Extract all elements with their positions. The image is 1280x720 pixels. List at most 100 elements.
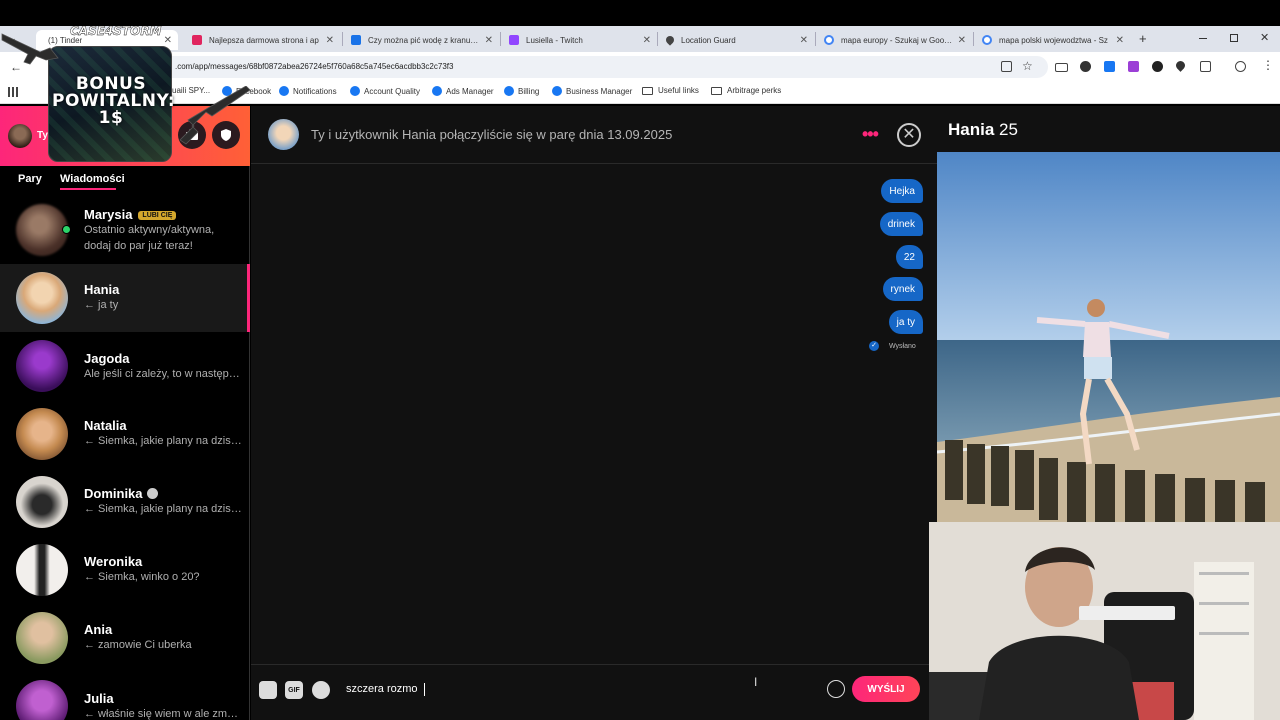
tab-favicon-icon (192, 35, 202, 45)
tab-title: Czy można pić wodę z kranu? C (368, 35, 480, 45)
tab-location-guard[interactable]: Location Guard ✕ (664, 30, 808, 50)
extension-purple-icon[interactable] (1128, 61, 1139, 72)
tab-matches[interactable]: Pary (18, 173, 42, 185)
bookmark-billing[interactable]: Billing (504, 86, 539, 96)
tab-messages[interactable]: Wiadomości (60, 173, 125, 185)
tab-title: Location Guard (681, 35, 736, 45)
close-tab-icon[interactable]: ✕ (485, 35, 493, 46)
profile-icon[interactable] (1235, 61, 1246, 72)
extension-icon[interactable] (1080, 61, 1091, 72)
message-input[interactable] (346, 678, 816, 700)
conversation-name: Jagoda (84, 351, 130, 366)
conversation-ania[interactable]: Ania ← zamowie Ci uberka (0, 604, 250, 672)
profile-title: Hania 25 (948, 120, 1018, 140)
profile-photo[interactable] (937, 152, 1280, 522)
facebook-icon (504, 86, 514, 96)
minimize-window-icon[interactable] (1199, 38, 1207, 39)
avatar (16, 612, 68, 664)
tab-twitch[interactable]: Lusiella - Twitch ✕ (509, 30, 651, 50)
tab-divider (342, 32, 343, 46)
bookmark-star-icon[interactable]: ☆ (1022, 59, 1033, 73)
browser-menu-icon[interactable]: ⋮ (1262, 59, 1274, 71)
sent-check-icon: ✓ (869, 341, 879, 351)
install-app-icon[interactable] (1001, 61, 1012, 72)
casestorm-logo: CASE4STORM (70, 24, 162, 38)
conversation-name: Weronika (84, 554, 143, 569)
message-bubble: drinek (879, 212, 923, 236)
facebook-icon (279, 86, 289, 96)
conversation-preview: Ostatnio aktywny/aktywna, dodaj do par j… (84, 224, 215, 252)
extension-spy-icon[interactable] (1152, 61, 1163, 72)
bookmark-account-quality[interactable]: Account Quality (350, 86, 420, 96)
restore-window-icon[interactable] (1230, 34, 1238, 42)
conversation-name: Ania (84, 622, 113, 637)
conversation-julia[interactable]: Julia ← właśnie się wiem w ale zmęcz (0, 672, 250, 720)
conversation-preview: ← Siemka, winko o 20? (84, 571, 200, 583)
emoji-icon[interactable] (827, 680, 845, 698)
conversation-hania[interactable]: Hania ← ja ty (0, 264, 250, 332)
conversation-name: Julia (84, 691, 114, 706)
bookmark-label: Billing (518, 86, 540, 96)
close-tab-icon[interactable]: ✕ (1116, 35, 1124, 46)
bookmark-notifications[interactable]: Notifications (279, 86, 337, 96)
tab-divider (500, 32, 501, 46)
close-tab-icon[interactable]: ✕ (958, 35, 966, 46)
avatar[interactable] (8, 124, 32, 148)
bookmark-useful-links[interactable]: Useful links (642, 86, 699, 95)
tab-mapa-polski[interactable]: mapa polski wojewodztwa - Sz ✕ (982, 30, 1124, 50)
rifle-icon (179, 86, 251, 145)
conversation-weronika[interactable]: Weronika ← Siemka, winko o 20? (0, 536, 250, 604)
close-tab-icon[interactable]: ✕ (164, 35, 172, 46)
webcam-overlay (929, 522, 1280, 720)
message-bubble: Hejka (881, 179, 923, 203)
tab-czy-mozna[interactable]: Czy można pić wodę z kranu? C ✕ (351, 30, 493, 50)
conversation-preview: ← Siemka, jakie plany na dzisiaj? (84, 503, 242, 515)
profile-name[interactable]: Ty (37, 130, 48, 141)
avatar (16, 340, 68, 392)
avatar (16, 204, 68, 256)
avatar (16, 272, 68, 324)
close-tab-icon[interactable]: ✕ (800, 35, 808, 46)
bookmark-arbitrage-perks[interactable]: Arbitrage perks (711, 86, 781, 95)
spotify-icon[interactable] (312, 681, 330, 699)
avatar (16, 476, 68, 528)
conversation-dominika[interactable]: Dominika ← Siemka, jakie plany na dzisia… (0, 468, 250, 536)
close-window-icon[interactable]: ✕ (1260, 31, 1269, 44)
avatar (16, 680, 68, 720)
close-chat-button[interactable]: ✕ (897, 123, 921, 147)
camera-icon[interactable] (1055, 63, 1068, 72)
conversation-jagoda[interactable]: Jagoda Ale jeśli ci zależy, to w następn… (0, 332, 250, 400)
extensions-puzzle-icon[interactable] (1200, 61, 1211, 72)
promo-text: BONUS POWITALNY: 1$ (52, 74, 176, 128)
more-options-icon[interactable]: ••• (862, 125, 879, 143)
bookmark-label: Business Manager (566, 86, 633, 96)
conversation-name: Dominika (84, 486, 158, 501)
avatar (16, 408, 68, 460)
conversation-natalia[interactable]: Natalia ← Siemka, jakie plany na dzisiaj… (0, 400, 250, 468)
bookmark-ads-manager[interactable]: Ads Manager (432, 86, 494, 96)
close-tab-icon[interactable]: ✕ (643, 35, 651, 46)
close-tab-icon[interactable]: ✕ (326, 35, 334, 46)
profile-name: Hania (948, 120, 995, 139)
twitch-icon (509, 35, 519, 45)
folder-icon (642, 86, 653, 95)
contact-card-icon[interactable] (259, 681, 277, 699)
bookmark-business-manager[interactable]: Business Manager (552, 86, 632, 96)
chat-panel (251, 106, 937, 720)
likes-you-badge: LUBI CIĘ (138, 211, 177, 220)
verified-icon (146, 488, 158, 499)
tab-mapa-europy[interactable]: mapa europy - Szukaj w Google ✕ (824, 30, 966, 50)
tab-najlepsza[interactable]: Najlepsza darmowa strona i ap ✕ (192, 30, 334, 50)
bookmark-label: Ads Manager (446, 86, 494, 96)
apps-grid-icon[interactable] (8, 87, 18, 97)
gif-button[interactable]: GIF (285, 681, 303, 699)
facebook-icon (552, 86, 562, 96)
tab-title: Lusiella - Twitch (526, 35, 583, 45)
conversation-marysia[interactable]: Marysia LUBI CIĘ Ostatnio aktywny/aktywna… (0, 196, 250, 264)
new-tab-button[interactable]: + (1139, 31, 1147, 46)
extension-blue-icon[interactable] (1104, 61, 1115, 72)
window-top-bar (0, 0, 1280, 26)
avatar[interactable] (268, 119, 299, 150)
conversation-name: Hania (84, 282, 120, 297)
send-button[interactable]: WYŚLIJ (852, 676, 920, 702)
